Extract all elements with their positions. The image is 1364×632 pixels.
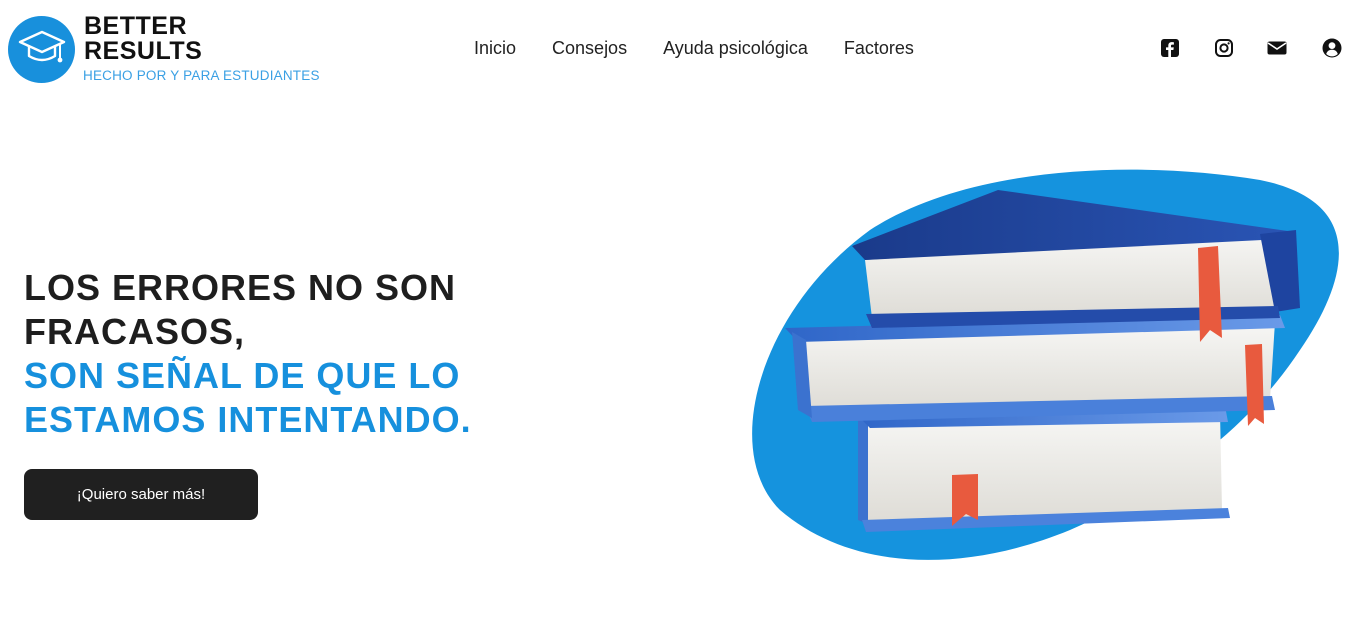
mail-icon[interactable]: [1267, 38, 1287, 58]
nav-item-ayuda-psicologica[interactable]: Ayuda psicológica: [663, 38, 808, 59]
user-account-icon[interactable]: [1322, 38, 1342, 58]
brand-tagline: HECHO POR Y PARA ESTUDIANTES: [83, 68, 320, 83]
bottom-book: [856, 406, 1230, 532]
brand-title-line1: BETTER: [84, 12, 187, 40]
main-nav: Inicio Consejos Ayuda psicológica Factor…: [474, 38, 914, 59]
middle-book: [785, 315, 1285, 426]
nav-item-consejos[interactable]: Consejos: [552, 38, 627, 59]
hero-line-3: SON SEÑAL DE QUE LO: [24, 355, 461, 396]
facebook-icon[interactable]: [1160, 38, 1180, 58]
quiero-saber-mas-button[interactable]: ¡Quiero saber más!: [24, 469, 258, 520]
brand-title: BETTER RESULTS: [84, 14, 202, 64]
brand-title-line2: RESULTS: [84, 37, 203, 65]
graduation-cap-icon: [18, 30, 66, 63]
brand-logo[interactable]: BETTER RESULTS HECHO POR Y PARA ESTUDIAN…: [8, 14, 338, 86]
hero-heading: LOS ERRORES NO SON FRACASOS, SON SEÑAL D…: [24, 266, 664, 442]
hero-line-1: LOS ERRORES NO SON: [24, 267, 457, 308]
nav-item-inicio[interactable]: Inicio: [474, 38, 516, 59]
hero-line-4: ESTAMOS INTENTANDO.: [24, 399, 472, 440]
nav-item-factores[interactable]: Factores: [844, 38, 914, 59]
instagram-icon[interactable]: [1214, 38, 1234, 58]
brand-logo-badge: [8, 16, 75, 83]
stack-of-books-illustration: [752, 169, 1339, 560]
hero-line-2: FRACASOS,: [24, 311, 246, 352]
